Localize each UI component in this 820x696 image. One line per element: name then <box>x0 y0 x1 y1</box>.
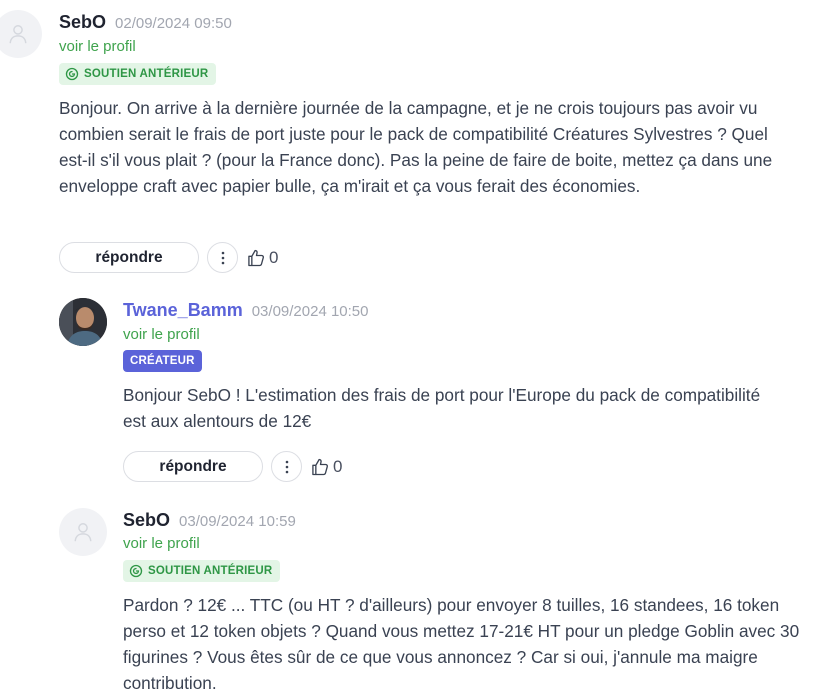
comment-body: Bonjour SebO ! L'estimation des frais de… <box>123 385 761 431</box>
comment-actions: répondre 0 <box>123 451 342 482</box>
comment-body: Pardon ? 12€ ... TTC (ou HT ? d'ailleurs… <box>123 595 800 693</box>
comment-date: 03/09/2024 10:50 <box>251 303 369 320</box>
more-options-button[interactable] <box>271 451 302 482</box>
vertical-dots-icon <box>221 251 224 264</box>
comment-body: Bonjour. On arrive à la dernière journée… <box>59 98 773 196</box>
author-name[interactable]: SebO <box>59 12 106 33</box>
view-profile-link[interactable]: voir le profil <box>59 38 136 55</box>
reply-button[interactable]: répondre <box>59 242 199 273</box>
like-count: 0 <box>269 247 279 267</box>
comment-header: SebO 03/09/2024 10:59 <box>123 510 296 531</box>
refresh-circle-icon <box>129 564 143 578</box>
backer-badge: SOUTIEN ANTÉRIEUR <box>59 63 217 85</box>
comment-date: 03/09/2024 10:59 <box>179 513 296 530</box>
vertical-dots-icon <box>285 460 288 473</box>
comment-header: Twane_Bamm 03/09/2024 10:50 <box>123 300 369 321</box>
refresh-circle-icon <box>65 67 79 81</box>
author-name[interactable]: SebO <box>123 510 170 531</box>
reply-button[interactable]: répondre <box>123 451 263 482</box>
avatar[interactable] <box>59 298 107 346</box>
creator-badge-label: CRÉATEUR <box>130 355 195 367</box>
thumbs-up-icon <box>312 458 328 475</box>
user-silhouette-icon <box>74 523 92 542</box>
like-count: 0 <box>333 456 343 476</box>
thumbs-up-icon <box>248 249 264 266</box>
creator-badge: CRÉATEUR <box>123 350 202 372</box>
view-profile-link[interactable]: voir le profil <box>123 326 200 343</box>
comment-date: 02/09/2024 09:50 <box>115 15 232 32</box>
backer-badge-label: SOUTIEN ANTÉRIEUR <box>84 68 209 80</box>
user-silhouette-icon <box>9 25 27 44</box>
creator-photo-avatar <box>59 298 107 346</box>
avatar[interactable] <box>0 10 42 58</box>
comment-header: SebO 02/09/2024 09:50 <box>59 12 232 33</box>
author-name[interactable]: Twane_Bamm <box>123 300 243 321</box>
like-button[interactable]: 0 <box>310 457 342 477</box>
like-button[interactable]: 0 <box>246 248 278 268</box>
view-profile-link[interactable]: voir le profil <box>123 535 200 552</box>
backer-badge: SOUTIEN ANTÉRIEUR <box>123 560 281 582</box>
avatar[interactable] <box>59 508 107 556</box>
more-options-button[interactable] <box>207 242 238 273</box>
backer-badge-label: SOUTIEN ANTÉRIEUR <box>148 565 273 577</box>
comment-actions: répondre 0 <box>59 242 278 273</box>
